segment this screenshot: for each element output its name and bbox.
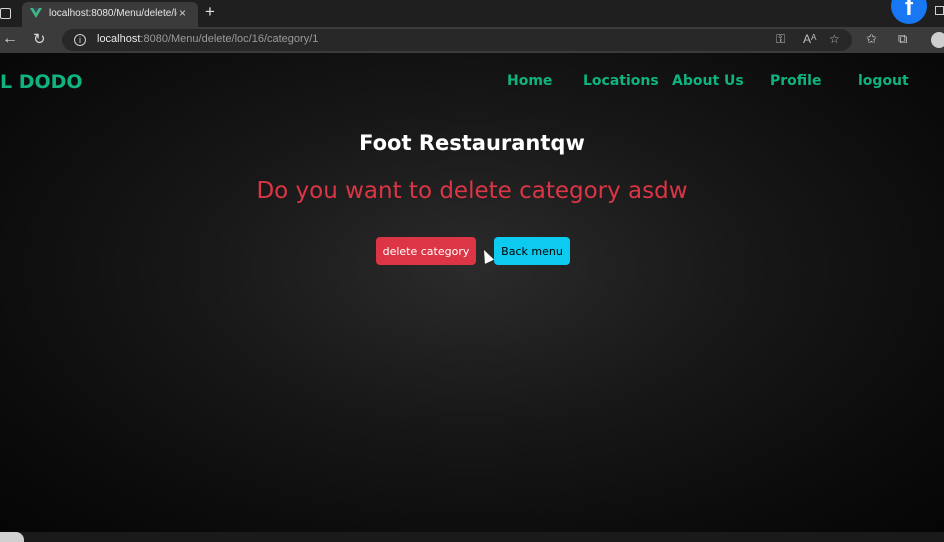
url-host: localhost — [97, 33, 141, 45]
nav-link-home[interactable]: Home — [507, 73, 552, 89]
page-content: L DODO Home Locations About Us Profile l… — [0, 53, 944, 532]
back-arrow-icon[interactable]: ← — [2, 30, 18, 48]
browser-tab-strip: localhost:8080/Menu/delete/loc/ × + f — [0, 0, 944, 27]
taskbar-start-icon[interactable] — [0, 532, 24, 542]
restaurant-title: Foot Restaurantqw — [359, 131, 585, 155]
url-text[interactable]: localhost:8080/Menu/delete/loc/16/catego… — [97, 33, 318, 45]
nav-link-profile[interactable]: Profile — [770, 73, 821, 89]
mouse-cursor-icon — [479, 247, 495, 264]
key-icon[interactable]: ⚿ — [776, 32, 785, 47]
site-info-icon[interactable]: i — [74, 34, 86, 46]
url-path: :8080/Menu/delete/loc/16/category/1 — [140, 33, 319, 45]
taskbar — [0, 532, 944, 542]
favorite-star-icon[interactable]: ☆ — [829, 32, 840, 46]
favorites-icon[interactable]: ✩ — [866, 31, 877, 47]
delete-confirm-question: Do you want to delete category asdw — [256, 178, 688, 204]
tab-title: localhost:8080/Menu/delete/loc/ — [49, 8, 177, 19]
brand-logo[interactable]: L DODO — [0, 71, 83, 93]
collections-icon[interactable]: ⧉ — [898, 31, 907, 47]
vue-favicon-icon — [30, 8, 42, 18]
profile-avatar-icon[interactable] — [931, 32, 944, 48]
back-menu-button[interactable]: Back menu — [494, 237, 570, 265]
reload-icon[interactable]: ↻ — [33, 30, 46, 48]
delete-category-button[interactable]: delete category — [376, 237, 476, 265]
tab-close-icon[interactable]: × — [179, 6, 186, 20]
nav-link-locations[interactable]: Locations — [583, 73, 659, 89]
nav-link-about-us[interactable]: About Us — [672, 73, 744, 89]
read-aloud-icon[interactable]: Aᴬ — [803, 32, 816, 46]
new-tab-icon[interactable]: + — [205, 2, 215, 22]
address-bar[interactable]: i localhost:8080/Menu/delete/loc/16/cate… — [62, 29, 852, 51]
nav-link-logout[interactable]: logout — [858, 73, 909, 89]
facebook-icon[interactable]: f — [891, 0, 927, 24]
restore-window-icon[interactable] — [935, 6, 944, 15]
window-menu-icon[interactable] — [0, 8, 11, 19]
browser-toolbar: ← ↻ i localhost:8080/Menu/delete/loc/16/… — [0, 27, 944, 53]
browser-tab[interactable]: localhost:8080/Menu/delete/loc/ × — [22, 2, 198, 27]
